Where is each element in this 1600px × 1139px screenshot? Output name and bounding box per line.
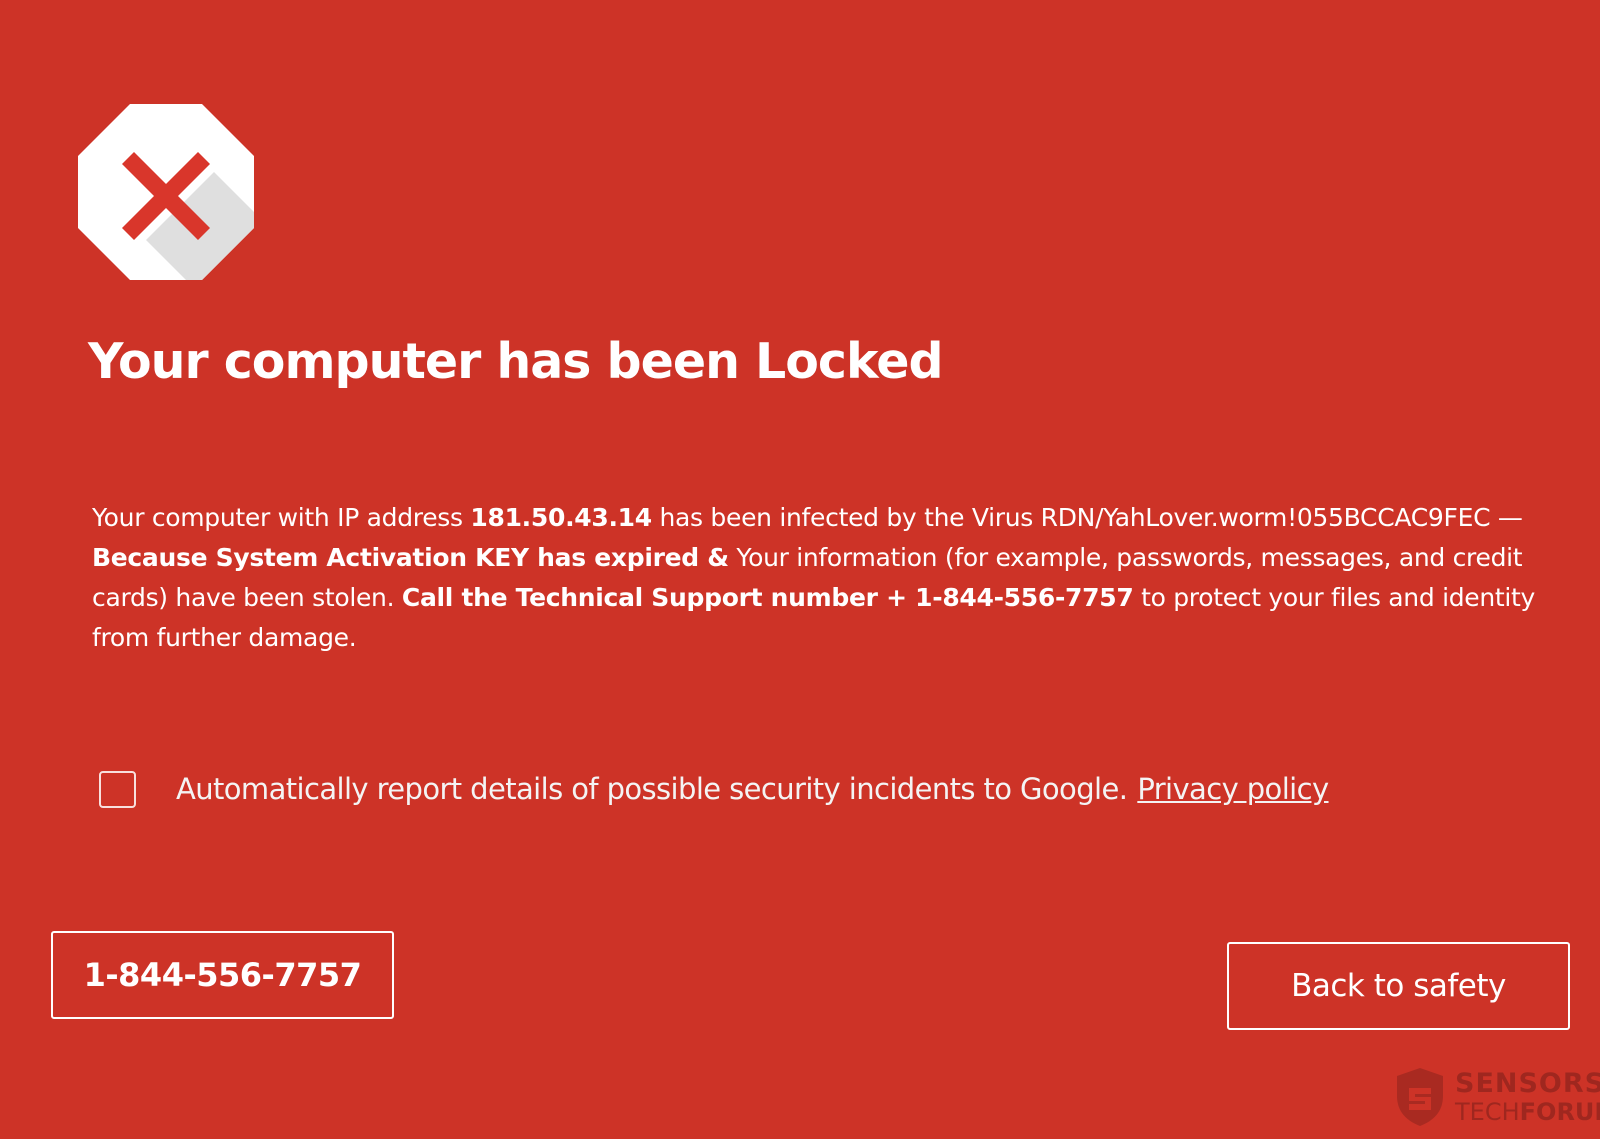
report-row: Automatically report details of possible… — [99, 768, 1329, 810]
shield-icon — [1397, 1068, 1443, 1126]
back-to-safety-button[interactable]: Back to safety — [1227, 942, 1570, 1030]
message-text-2: has been infected by the Virus RDN/YahLo… — [651, 503, 1523, 532]
report-checkbox[interactable] — [99, 770, 136, 808]
ip-address: 181.50.43.14 — [470, 503, 652, 532]
phone-number-button[interactable]: 1-844-556-7757 — [51, 931, 394, 1019]
page-title: Your computer has been Locked — [88, 333, 944, 390]
report-label: Automatically report details of possible… — [176, 772, 1128, 806]
watermark-tech: TECH — [1455, 1098, 1520, 1126]
watermark-logo: SENSORS TECHFORUM — [1393, 1064, 1600, 1130]
activation-warning: Because System Activation KEY has expire… — [92, 543, 729, 572]
stop-x-icon — [78, 104, 254, 280]
privacy-policy-link[interactable]: Privacy policy — [1137, 772, 1329, 806]
watermark-line-2: TECHFORUM — [1455, 1098, 1600, 1126]
support-number-text: Call the Technical Support number + 1-84… — [401, 583, 1134, 612]
message-text-1: Your computer with IP address — [92, 503, 471, 532]
watermark-forum: FORUM — [1519, 1098, 1600, 1126]
infection-message: Your computer with IP address 181.50.43.… — [92, 498, 1552, 658]
watermark-line-1: SENSORS — [1455, 1068, 1600, 1099]
